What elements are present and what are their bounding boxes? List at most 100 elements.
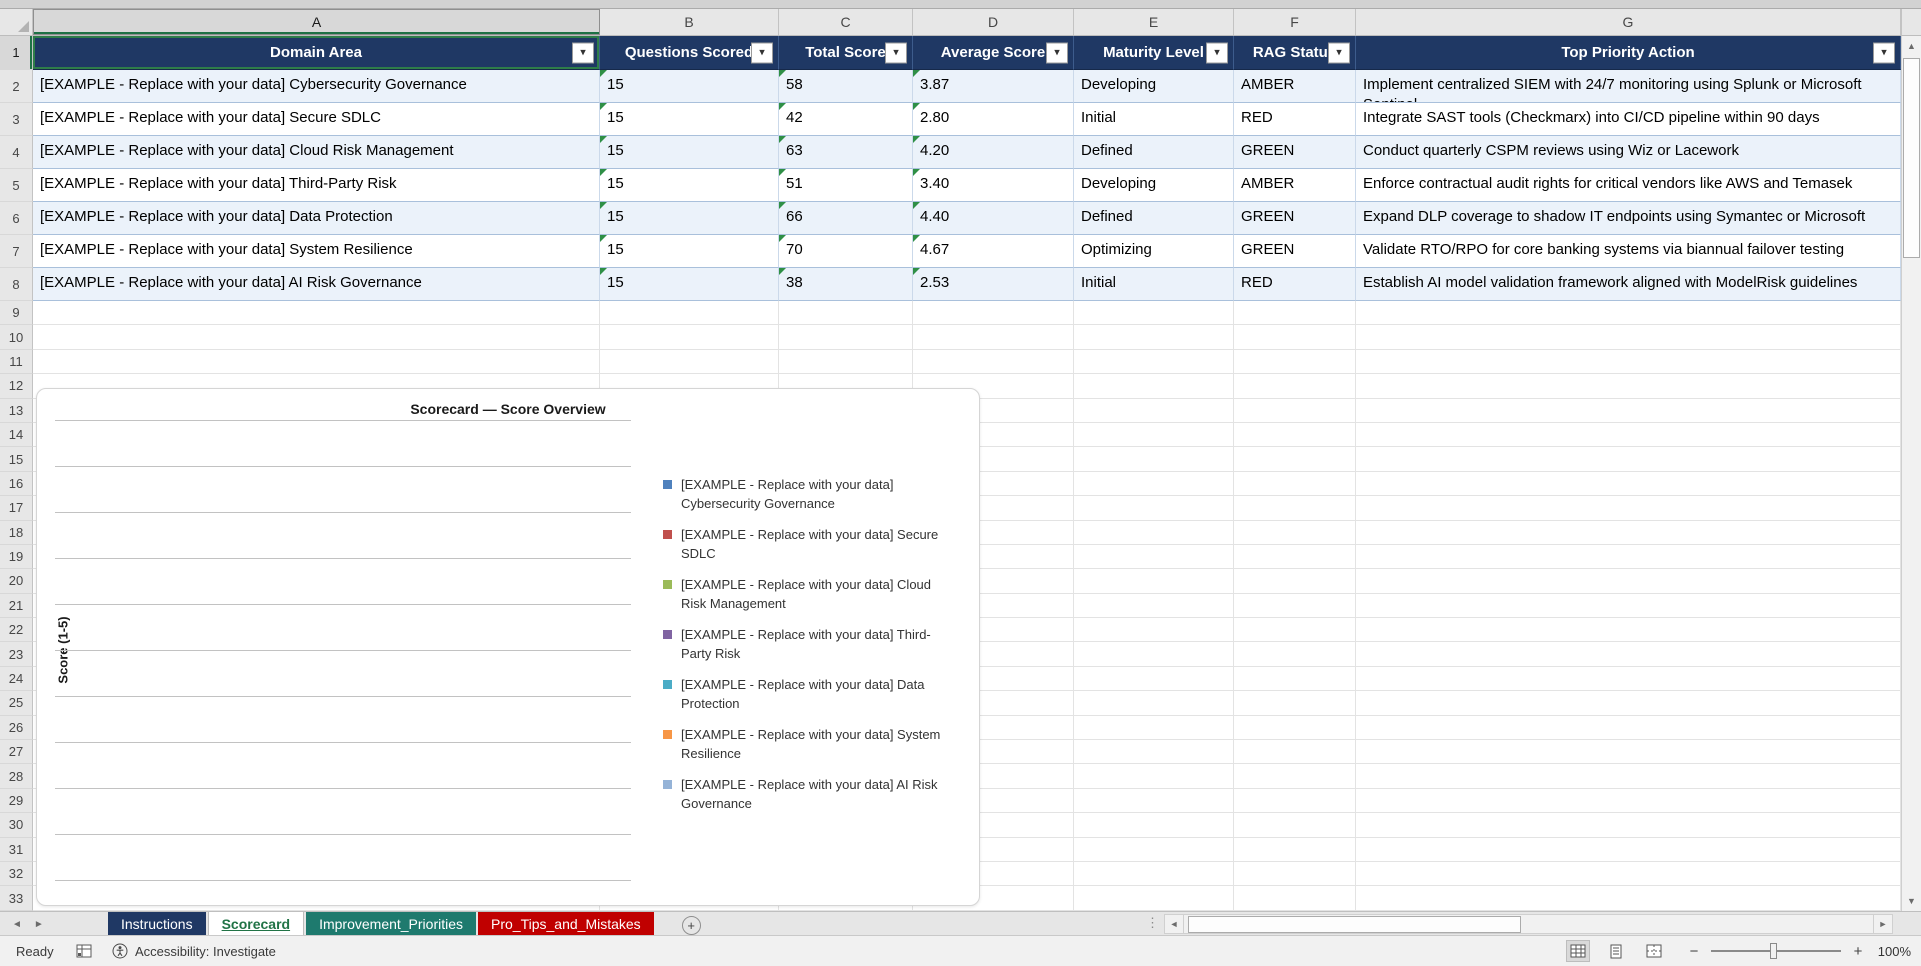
empty-cell[interactable]: [1074, 496, 1234, 521]
empty-cell[interactable]: [1234, 886, 1356, 911]
empty-cell[interactable]: [1074, 301, 1234, 326]
data-cell[interactable]: 58: [779, 70, 913, 103]
empty-cell[interactable]: [1074, 691, 1234, 716]
macro-record-button[interactable]: [76, 936, 92, 966]
table-header-cell[interactable]: Maturity Level ▾: [1074, 36, 1234, 70]
zoom-level-label[interactable]: 100%: [1875, 944, 1911, 959]
data-cell[interactable]: Validate RTO/RPO for core banking system…: [1356, 235, 1901, 268]
empty-cell[interactable]: [1356, 837, 1901, 862]
legend-item[interactable]: [EXAMPLE - Replace with your data] Syste…: [663, 725, 948, 763]
empty-cell[interactable]: [1356, 666, 1901, 692]
filter-dropdown-button[interactable]: ▾: [885, 42, 907, 63]
empty-cell[interactable]: [1074, 374, 1234, 399]
empty-cell[interactable]: [1074, 618, 1234, 643]
empty-cell[interactable]: [1234, 764, 1356, 789]
empty-cell[interactable]: [1074, 447, 1234, 472]
empty-cell[interactable]: [1234, 422, 1356, 448]
row-header-3[interactable]: 3: [0, 103, 33, 136]
data-cell[interactable]: RED: [1234, 268, 1356, 301]
vertical-scrollbar[interactable]: ▲ ▼: [1901, 36, 1921, 911]
empty-cell[interactable]: [1234, 471, 1356, 497]
zoom-slider[interactable]: [1711, 943, 1841, 959]
row-header-4[interactable]: 4: [0, 136, 33, 169]
data-cell[interactable]: Developing: [1074, 169, 1234, 202]
table-header-cell[interactable]: Average Score ▾: [913, 36, 1074, 70]
vertical-scroll-thumb[interactable]: [1903, 58, 1920, 258]
legend-item[interactable]: [EXAMPLE - Replace with your data] AI Ri…: [663, 775, 948, 813]
data-cell[interactable]: GREEN: [1234, 235, 1356, 268]
data-cell[interactable]: 4.40: [913, 202, 1074, 235]
empty-cell[interactable]: [1074, 471, 1234, 497]
legend-item[interactable]: [EXAMPLE - Replace with your data] Secur…: [663, 525, 948, 563]
data-cell[interactable]: 38: [779, 268, 913, 301]
data-cell[interactable]: Implement centralized SIEM with 24/7 mon…: [1356, 70, 1901, 103]
row-header-23[interactable]: 23: [0, 642, 33, 667]
empty-cell[interactable]: [1234, 398, 1356, 423]
row-header-15[interactable]: 15: [0, 447, 33, 472]
empty-cell[interactable]: [1356, 325, 1901, 350]
data-cell[interactable]: Defined: [1074, 136, 1234, 169]
row-header-30[interactable]: 30: [0, 813, 33, 838]
data-cell[interactable]: AMBER: [1234, 70, 1356, 103]
empty-cell[interactable]: [1356, 642, 1901, 667]
empty-cell[interactable]: [1356, 886, 1901, 911]
empty-cell[interactable]: [1356, 398, 1901, 423]
row-header-7[interactable]: 7: [0, 235, 33, 268]
data-cell[interactable]: AMBER: [1234, 169, 1356, 202]
empty-cell[interactable]: [1234, 715, 1356, 741]
empty-cell[interactable]: [1234, 447, 1356, 472]
row-header-17[interactable]: 17: [0, 496, 33, 521]
row-header-25[interactable]: 25: [0, 691, 33, 716]
empty-cell[interactable]: [33, 325, 600, 350]
row-header-10[interactable]: 10: [0, 325, 33, 350]
empty-cell[interactable]: [1234, 788, 1356, 814]
zoom-in-button[interactable]: +: [1851, 943, 1865, 960]
table-header-cell[interactable]: Domain Area ▾: [33, 36, 600, 70]
data-cell[interactable]: Enforce contractual audit rights for cri…: [1356, 169, 1901, 202]
empty-cell[interactable]: [1356, 349, 1901, 375]
empty-cell[interactable]: [1356, 569, 1901, 594]
empty-cell[interactable]: [1074, 813, 1234, 838]
empty-cell[interactable]: [1074, 740, 1234, 765]
row-header-29[interactable]: 29: [0, 788, 33, 814]
data-cell[interactable]: Integrate SAST tools (Checkmarx) into CI…: [1356, 103, 1901, 136]
empty-cell[interactable]: [600, 301, 779, 326]
empty-cell[interactable]: [33, 301, 600, 326]
empty-cell[interactable]: [1234, 618, 1356, 643]
column-header-D[interactable]: D: [913, 9, 1074, 35]
chart-object[interactable]: Scorecard — Score Overview Score (1-5) […: [36, 388, 980, 906]
data-cell[interactable]: Initial: [1074, 268, 1234, 301]
empty-cell[interactable]: [1074, 520, 1234, 545]
column-header-B[interactable]: B: [600, 9, 779, 35]
data-cell[interactable]: 15: [600, 70, 779, 103]
scroll-down-icon[interactable]: ▼: [1902, 891, 1921, 911]
scrollbar-grip-icon[interactable]: ⋮: [1146, 915, 1159, 931]
empty-cell[interactable]: [1074, 398, 1234, 423]
empty-cell[interactable]: [600, 349, 779, 375]
data-cell[interactable]: [EXAMPLE - Replace with your data] Secur…: [33, 103, 600, 136]
data-cell[interactable]: [EXAMPLE - Replace with your data] Data …: [33, 202, 600, 235]
row-header-5[interactable]: 5: [0, 169, 33, 202]
empty-cell[interactable]: [1074, 861, 1234, 887]
column-header-C[interactable]: C: [779, 9, 913, 35]
data-cell[interactable]: 63: [779, 136, 913, 169]
empty-cell[interactable]: [1074, 642, 1234, 667]
empty-cell[interactable]: [1074, 788, 1234, 814]
data-cell[interactable]: RED: [1234, 103, 1356, 136]
row-header-8[interactable]: 8: [0, 268, 33, 301]
empty-cell[interactable]: [779, 349, 913, 375]
empty-cell[interactable]: [1356, 813, 1901, 838]
empty-cell[interactable]: [1356, 374, 1901, 399]
row-header-20[interactable]: 20: [0, 569, 33, 594]
data-cell[interactable]: Optimizing: [1074, 235, 1234, 268]
empty-cell[interactable]: [1234, 325, 1356, 350]
row-header-28[interactable]: 28: [0, 764, 33, 789]
data-cell[interactable]: 66: [779, 202, 913, 235]
table-header-cell[interactable]: Questions Scored ▾: [600, 36, 779, 70]
empty-cell[interactable]: [1356, 764, 1901, 789]
row-header-2[interactable]: 2: [0, 70, 33, 103]
empty-cell[interactable]: [1074, 349, 1234, 375]
row-header-24[interactable]: 24: [0, 666, 33, 692]
table-header-cell[interactable]: Total Score ▾: [779, 36, 913, 70]
empty-cell[interactable]: [779, 325, 913, 350]
